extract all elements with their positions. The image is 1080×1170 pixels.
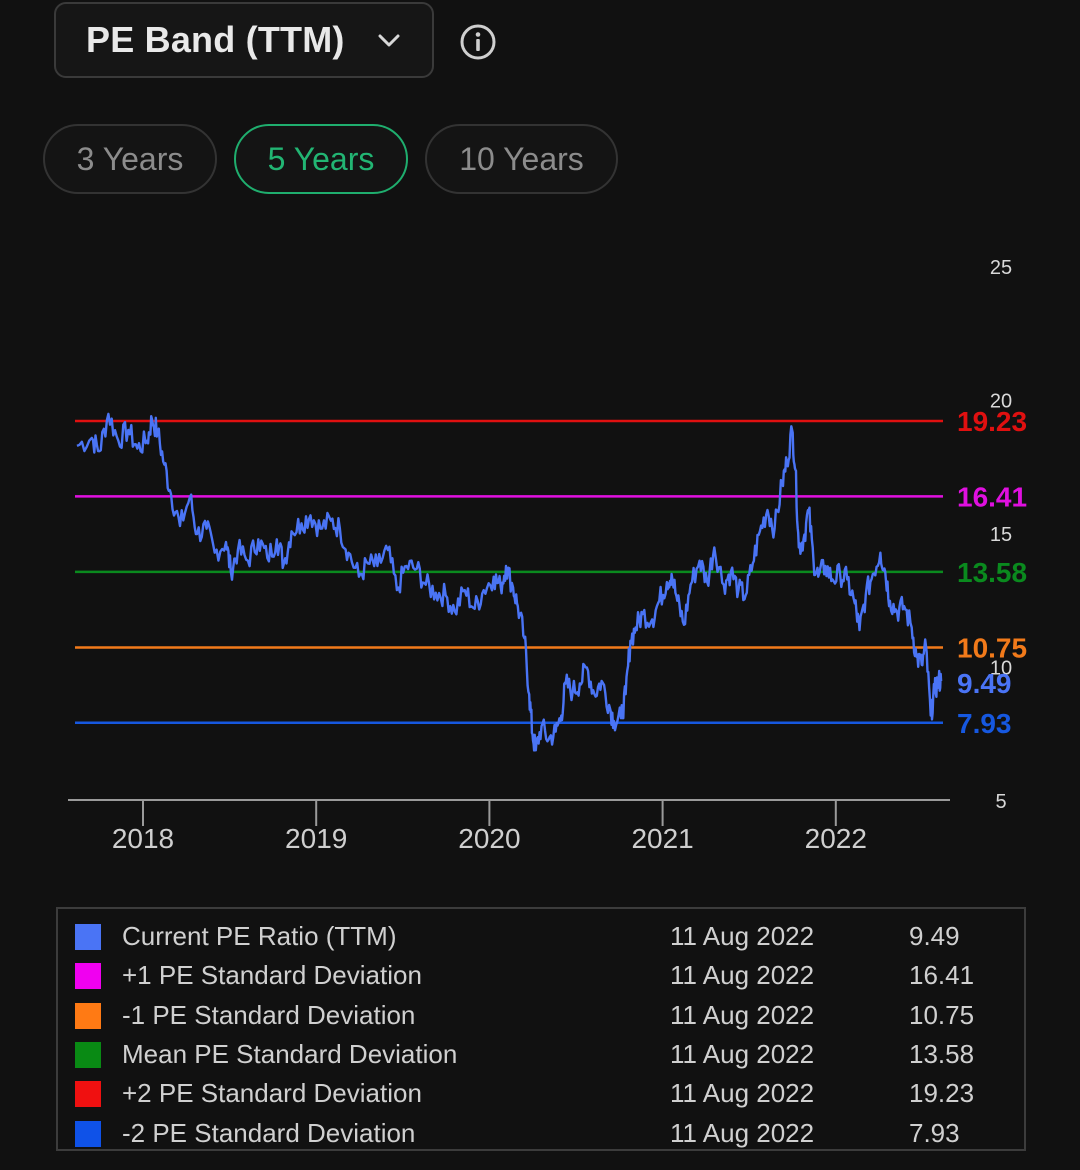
legend-row: -1 PE Standard Deviation 11 Aug 2022 10.75 [58, 994, 1024, 1033]
legend-value: 9.49 [909, 921, 960, 951]
current-pe-label: 9.49 [957, 668, 1012, 699]
pe-ratio-line [76, 412, 943, 752]
legend-value: 13.58 [909, 1038, 975, 1069]
legend-row: +1 PE Standard Deviation 11 Aug 2022 16.41 [58, 954, 1024, 993]
legend-swatch [75, 1002, 101, 1029]
y-tick-label: 25 [990, 257, 1012, 279]
legend-row: Mean PE Standard Deviation 11 Aug 2022 13.… [58, 1033, 1024, 1072]
legend-date: 11 Aug 2022 [670, 1117, 815, 1148]
dropdown-label: PE Band (TTM) [86, 19, 345, 60]
y-tick-label: 15 [990, 524, 1012, 546]
legend-date: 11 Aug 2022 [670, 1038, 815, 1069]
legend-row: +2 PE Standard Deviation 11 Aug 2022 19.23 [58, 1072, 1024, 1111]
legend-date: 11 Aug 2022 [670, 1078, 815, 1109]
legend-date: 11 Aug 2022 [670, 960, 815, 991]
band-value-label: 13.58 [957, 557, 1027, 588]
range-button-3-years[interactable]: 3 Years [43, 124, 217, 194]
info-icon[interactable] [458, 22, 498, 62]
legend-swatch [75, 1081, 101, 1108]
chart-type-dropdown[interactable]: PE Band (TTM) [54, 2, 434, 78]
range-button-10-years[interactable]: 10 Years [425, 124, 618, 194]
legend-series-name: Current PE Ratio (TTM) [122, 921, 397, 951]
legend-series-name: -2 PE Standard Deviation [122, 1117, 416, 1148]
x-tick-label: 2021 [631, 823, 693, 854]
chevron-down-icon [378, 34, 400, 47]
legend-row: Current PE Ratio (TTM) 11 Aug 2022 9.49 [58, 915, 1024, 954]
legend-series-name: +2 PE Standard Deviation [122, 1078, 422, 1109]
legend-swatch [75, 924, 101, 950]
band-value-label: 10.75 [957, 632, 1027, 663]
legend-date: 11 Aug 2022 [670, 999, 815, 1030]
x-tick-label: 2018 [112, 823, 174, 854]
legend-table: Current PE Ratio (TTM) 11 Aug 2022 9.49 +1 … [56, 907, 1026, 1151]
x-tick-label: 2022 [805, 823, 867, 854]
legend-series-name: -1 PE Standard Deviation [122, 999, 416, 1030]
legend-value: 7.93 [909, 1117, 960, 1148]
legend-swatch [75, 1041, 101, 1068]
legend-swatch [75, 963, 101, 990]
legend-value: 16.41 [909, 960, 975, 991]
legend-row: -2 PE Standard Deviation 11 Aug 2022 7.93 [58, 1112, 1024, 1151]
legend-series-name: Mean PE Standard Deviation [122, 1038, 458, 1069]
legend-swatch [75, 1120, 101, 1147]
band-value-label: 16.41 [957, 481, 1027, 512]
legend-value: 10.75 [909, 999, 975, 1030]
pe-band-chart: 2018 2019 2020 2021 202251015202519.2316.411… [68, 257, 1027, 854]
y-tick-label: 5 [995, 791, 1006, 813]
legend-value: 19.23 [909, 1078, 975, 1109]
x-tick-label: 2020 [458, 823, 520, 854]
legend-date: 11 Aug 2022 [670, 921, 815, 951]
band-value-label: 19.23 [957, 406, 1027, 437]
band-value-label: 7.93 [957, 708, 1012, 739]
x-tick-label: 2019 [285, 823, 347, 854]
range-button-5-years[interactable]: 5 Years [234, 124, 408, 194]
legend-series-name: +1 PE Standard Deviation [122, 960, 422, 991]
